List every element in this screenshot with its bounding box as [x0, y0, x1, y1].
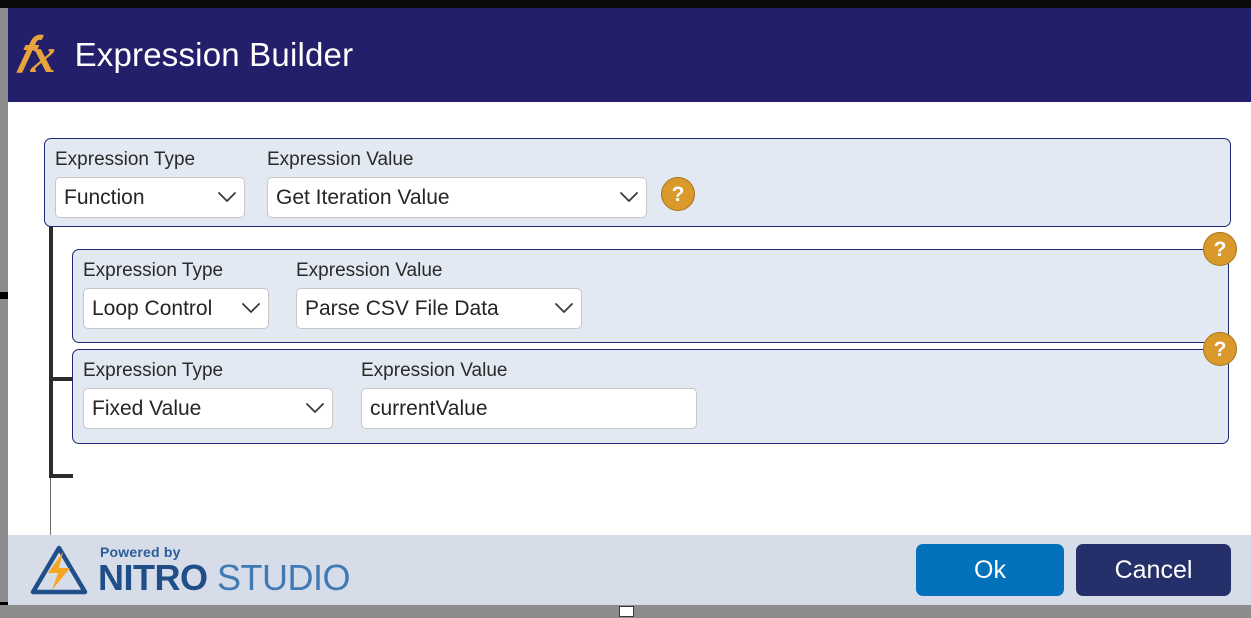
brand-studio: STUDIO [207, 556, 351, 598]
expression-type-group: Expression Type Function [55, 149, 245, 218]
help-icon-2[interactable]: ? [1203, 232, 1237, 266]
brand-name: NITRO STUDIO [98, 559, 351, 595]
expression-value-group: Expression Value Parse CSV File Data [296, 260, 582, 329]
expression-tree-area: Expression Type Function Expression Valu… [8, 102, 1251, 535]
chevron-down-icon [555, 303, 573, 314]
footer-actions: Ok Cancel [916, 544, 1231, 596]
fx-icon: 𝑓x [16, 27, 56, 83]
expression-type-label: Expression Type [55, 149, 196, 170]
expression-value-label: Expression Value [296, 260, 443, 281]
expression-type-group: Expression Type Fixed Value [83, 360, 333, 429]
dialog-footer: Powered by NITRO STUDIO Ok Cancel [8, 535, 1251, 605]
expression-type-value-2: Loop Control [92, 296, 213, 320]
logo-wordmark: Powered by NITRO STUDIO [98, 545, 351, 596]
tree-trunk-line [49, 224, 53, 476]
expression-type-label: Expression Type [83, 260, 224, 281]
tree-branch-connector [49, 377, 73, 381]
chevron-down-icon [620, 192, 638, 203]
expression-value-group: Expression Value Get Iteration Value [267, 149, 647, 218]
expression-value-value-1: Get Iteration Value [276, 185, 450, 209]
expression-type-select-3[interactable]: Fixed Value [83, 388, 333, 429]
chevron-down-icon [306, 403, 324, 414]
expression-value-input-3[interactable]: currentValue [361, 388, 697, 429]
expression-type-label: Expression Type [83, 360, 224, 381]
expression-value-label: Expression Value [361, 360, 508, 381]
window-top-edge [0, 0, 1251, 8]
expression-row-1: Expression Type Function Expression Valu… [44, 138, 1231, 227]
help-icon-3[interactable]: ? [1203, 332, 1237, 366]
expression-type-select-1[interactable]: Function [55, 177, 245, 218]
tree-branch-connector [49, 474, 73, 478]
cancel-button[interactable]: Cancel [1076, 544, 1231, 596]
tree-trunk-line-tail [50, 476, 51, 535]
chevron-down-icon [242, 303, 260, 314]
expression-value-select-2[interactable]: Parse CSV File Data [296, 288, 582, 329]
expression-type-value-3: Fixed Value [92, 396, 202, 420]
brand-nitro: NITRO [98, 556, 208, 598]
expression-row-2: Expression Type Loop Control Expression … [72, 249, 1229, 343]
nitro-bolt-triangle-icon [30, 544, 88, 596]
horizontal-scrollbar-thumb[interactable] [619, 606, 634, 617]
nitro-studio-logo: Powered by NITRO STUDIO [30, 544, 351, 596]
ok-button[interactable]: Ok [916, 544, 1064, 596]
chevron-down-icon [218, 192, 236, 203]
expression-value-label: Expression Value [267, 149, 414, 170]
expression-type-value-1: Function [64, 185, 145, 209]
expression-value-select-1[interactable]: Get Iteration Value [267, 177, 647, 218]
expression-row-3: Expression Type Fixed Value Expression V… [72, 349, 1229, 444]
expression-type-select-2[interactable]: Loop Control [83, 288, 269, 329]
left-scrollbar-marker[interactable] [0, 292, 8, 299]
expression-builder-dialog: 𝑓x Expression Builder Expression Type Fu… [0, 0, 1251, 618]
expression-value-group: Expression Value currentValue [361, 360, 697, 429]
page-title: Expression Builder [74, 36, 354, 73]
dialog-header: 𝑓x Expression Builder [8, 8, 1251, 102]
expression-type-group: Expression Type Loop Control [83, 260, 269, 329]
window-left-scrollbar[interactable] [0, 8, 8, 618]
expression-value-value-2: Parse CSV File Data [305, 296, 499, 320]
help-icon-1[interactable]: ? [661, 177, 695, 211]
